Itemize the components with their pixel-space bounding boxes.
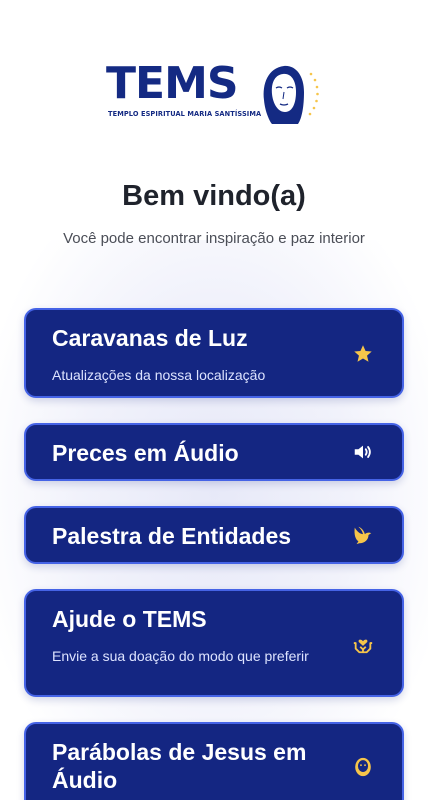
donation-hands-icon — [352, 633, 374, 655]
menu-item-ajude-o-tems[interactable]: Ajude o TEMS Envie a sua doação do modo … — [24, 589, 404, 697]
virgin-mary-icon — [263, 65, 319, 124]
menu-item-caravanas-de-luz[interactable]: Caravanas de Luz Atualizações da nossa l… — [24, 308, 404, 398]
dove-icon — [352, 524, 374, 546]
logo-subtitle: TEMPLO ESPIRITUAL MARIA SANTÍSSIMA — [108, 110, 262, 118]
menu-item-title: Ajude o TEMS — [52, 606, 207, 632]
welcome-title: Bem vindo(a) — [122, 180, 306, 212]
menu-item-title: Parábolas de Jesus em Áudio — [52, 739, 307, 793]
menu-item-subtitle: Atualizações da nossa localização — [52, 367, 266, 383]
logo-wordmark: TEMS — [106, 58, 239, 109]
menu-item-subtitle: Envie a sua doação do modo que preferir — [52, 648, 309, 664]
menu-item-preces-em-audio[interactable]: Preces em Áudio — [24, 423, 404, 481]
menu-item-title: Palestra de Entidades — [52, 523, 292, 549]
tems-logo: TEMS TEMPLO ESPIRITUAL MARIA SANTÍSSIMA — [106, 60, 326, 126]
jesus-face-icon — [352, 756, 374, 778]
menu-item-palestra-de-entidades[interactable]: Palestra de Entidades — [24, 506, 404, 564]
welcome-tagline: Você pode encontrar inspiração e paz int… — [63, 230, 365, 247]
menu-item-title: Preces em Áudio — [52, 440, 239, 466]
menu-item-title: Caravanas de Luz — [52, 325, 248, 351]
star-icon — [352, 343, 374, 365]
speaker-icon — [352, 441, 374, 463]
menu-item-parabolas-de-jesus-em-audio[interactable]: Parábolas de Jesus em Áudio — [24, 722, 404, 800]
